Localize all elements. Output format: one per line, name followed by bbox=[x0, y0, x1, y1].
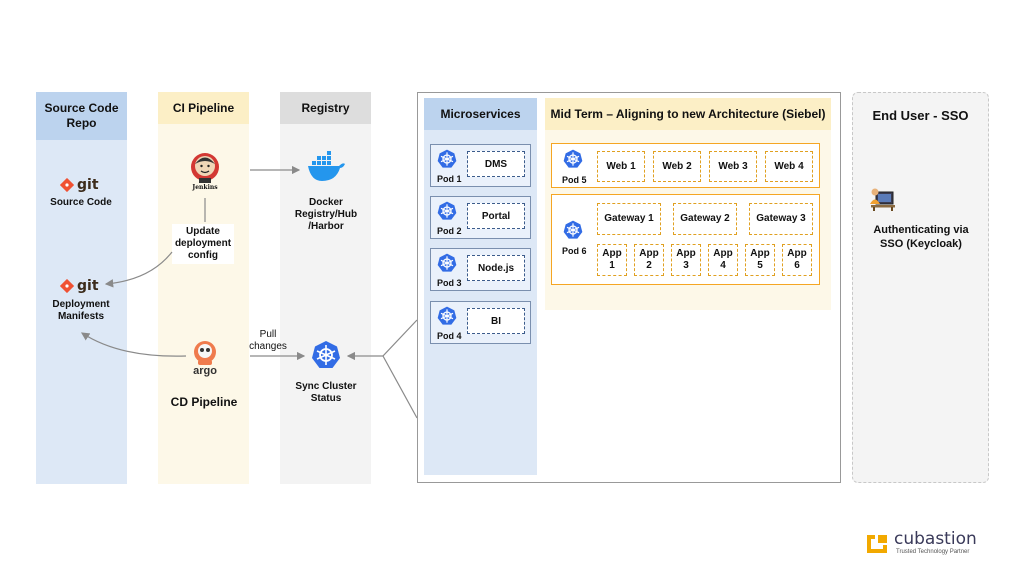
app-box: App 6 bbox=[782, 244, 812, 276]
end-user-title: End User - SSO bbox=[872, 108, 969, 123]
pod-name: Pod 3 bbox=[437, 278, 462, 288]
app-label: App bbox=[676, 248, 696, 259]
authenticating-label: Authenticating via SSO (Keycloak) bbox=[873, 224, 969, 250]
pod-4: Pod 4 BI bbox=[430, 301, 531, 344]
pod-name: Pod 5 bbox=[562, 175, 587, 185]
service-box: Portal bbox=[467, 203, 525, 229]
midterm-header: Mid Term – Aligning to new Architecture … bbox=[545, 98, 831, 130]
kubernetes-icon bbox=[563, 149, 583, 168]
app-label: App bbox=[787, 248, 807, 259]
cluster-bracket bbox=[382, 319, 418, 419]
gateway-box: Gateway 2 bbox=[673, 203, 737, 235]
app-number: 4 bbox=[720, 260, 726, 271]
pod-6: Pod 6 Gateway 1 Gateway 2 Gateway 3 App … bbox=[551, 194, 820, 285]
app-number: 5 bbox=[757, 260, 763, 271]
argo-to-manifests-arrow bbox=[80, 332, 187, 357]
pod-5: Pod 5 Web 1 Web 2 Web 3 Web 4 bbox=[551, 143, 820, 188]
pod-1: Pod 1 DMS bbox=[430, 144, 531, 187]
app-label: App bbox=[750, 248, 770, 259]
end-user-panel: End User - SSO bbox=[852, 92, 989, 483]
kubernetes-icon bbox=[437, 253, 457, 272]
brand-tagline: Trusted Technology Partner bbox=[896, 549, 970, 555]
brand-name: cubastion bbox=[894, 529, 977, 549]
app-box: App 2 bbox=[634, 244, 664, 276]
gateway-box: Gateway 1 bbox=[597, 203, 661, 235]
pod-name: Pod 6 bbox=[562, 246, 587, 256]
app-box: App 1 bbox=[597, 244, 627, 276]
kubernetes-icon bbox=[437, 149, 457, 168]
web-box: Web 4 bbox=[765, 151, 813, 182]
service-box: DMS bbox=[467, 151, 525, 177]
service-box: Node.js bbox=[467, 255, 525, 281]
user-computer-icon bbox=[870, 188, 895, 211]
app-box: App 3 bbox=[671, 244, 701, 276]
pod-2: Pod 2 Portal bbox=[430, 196, 531, 239]
web-box: Web 2 bbox=[653, 151, 701, 182]
kubernetes-icon bbox=[563, 220, 583, 239]
cubastion-logo-icon bbox=[867, 535, 887, 553]
pod-name: Pod 2 bbox=[437, 226, 462, 236]
app-label: App bbox=[639, 248, 659, 259]
kubernetes-icon bbox=[437, 306, 457, 325]
pod-name: Pod 4 bbox=[437, 331, 462, 341]
app-number: 2 bbox=[646, 260, 652, 271]
kubernetes-icon bbox=[437, 201, 457, 220]
web-box: Web 3 bbox=[709, 151, 757, 182]
microservices-header: Microservices bbox=[424, 98, 537, 130]
pod-name: Pod 1 bbox=[437, 174, 462, 184]
pod-3: Pod 3 Node.js bbox=[430, 248, 531, 291]
app-number: 6 bbox=[794, 260, 800, 271]
update-to-manifests-arrow bbox=[104, 251, 173, 288]
app-number: 1 bbox=[609, 260, 615, 271]
service-box: BI bbox=[467, 308, 525, 334]
app-label: App bbox=[713, 248, 733, 259]
app-box: App 5 bbox=[745, 244, 775, 276]
gateway-box: Gateway 3 bbox=[749, 203, 813, 235]
midterm-title: Mid Term – Aligning to new Architecture … bbox=[550, 106, 826, 121]
app-label: App bbox=[602, 248, 622, 259]
app-number: 3 bbox=[683, 260, 689, 271]
web-box: Web 1 bbox=[597, 151, 645, 182]
app-box: App 4 bbox=[708, 244, 738, 276]
microservices-title: Microservices bbox=[440, 106, 521, 121]
